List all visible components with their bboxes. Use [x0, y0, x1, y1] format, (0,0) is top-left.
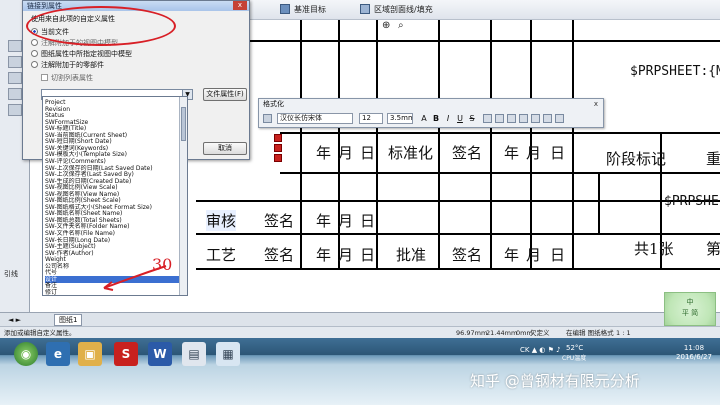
top-toolbar: 基准目标 区域剖面线/填充 ⊕ ⌕	[250, 0, 720, 31]
font-select[interactable]: 汉仪长仿宋体	[277, 113, 353, 124]
cell-day-4: 日	[360, 246, 376, 264]
align-left-icon[interactable]	[483, 114, 492, 123]
cell-sign-review: 签名	[264, 212, 295, 230]
cell-sign: 签名	[452, 144, 483, 162]
cell-month: 月	[338, 144, 354, 162]
alignment-icons[interactable]	[483, 114, 593, 123]
file-properties-button[interactable]: 文件属性(F)	[203, 88, 247, 101]
annotation-number: 30	[152, 255, 173, 274]
clock[interactable]: 11:08 2016/6/27	[674, 344, 714, 362]
cell-review: 审核	[206, 210, 237, 231]
cell-year-5: 年	[504, 246, 520, 264]
config-icon[interactable]	[8, 72, 22, 84]
word-icon[interactable]: W	[148, 342, 172, 366]
color-icon[interactable]	[555, 114, 564, 123]
properties-icon[interactable]	[8, 56, 22, 68]
underline-button[interactable]: U	[455, 113, 465, 124]
cell-year-2: 年	[504, 144, 520, 162]
cell-sheet-count: 共1张	[634, 240, 674, 258]
leader-tab[interactable]: 引线	[4, 268, 18, 280]
font-icon[interactable]	[263, 114, 272, 123]
cutlist-checkbox[interactable]: 切割列表属性	[41, 73, 93, 84]
cell-process: 工艺	[206, 246, 237, 264]
tab-sheet1[interactable]: 图纸1	[54, 314, 83, 326]
cell-sheet-var[interactable]: $PRPSHEE	[664, 194, 720, 209]
radio-icon[interactable]	[31, 39, 38, 46]
justify-icon[interactable]	[519, 114, 528, 123]
datum-target-label[interactable]: 基准目标	[294, 3, 326, 17]
cell-day-3: 日	[360, 212, 376, 230]
cell-year-3: 年	[316, 212, 332, 230]
symbol-icon[interactable]	[543, 114, 552, 123]
ie-icon[interactable]: e	[46, 342, 70, 366]
stack-icon[interactable]	[531, 114, 540, 123]
text-style-a-icon[interactable]: A	[419, 113, 429, 124]
cell-year: 年	[316, 144, 332, 162]
selection-handle-icon[interactable]	[272, 132, 284, 172]
solidworks-icon[interactable]: S	[114, 342, 138, 366]
align-right-icon[interactable]	[507, 114, 516, 123]
size-select[interactable]: 12	[359, 113, 383, 124]
scrollbar-thumb[interactable]	[181, 107, 186, 141]
status-bar: 添加或编辑自定义属性。 96.97mm 21.44mm 0mm 欠定义 在编辑 …	[0, 326, 720, 338]
radio-icon[interactable]	[31, 61, 38, 68]
sheet-tab-bar: ◄ ► 图纸1	[0, 312, 720, 326]
folder-icon[interactable]: ▣	[78, 342, 102, 366]
cell-sign-process: 签名	[264, 246, 295, 264]
cell-standardization: 标准化	[388, 144, 434, 162]
cell-day: 日	[360, 144, 376, 162]
hatch-icon[interactable]	[360, 4, 370, 14]
watermark: 知乎 @曾钢材有限元分析	[470, 372, 640, 390]
tray-icons[interactable]: CK ▲ ◐ ⚑ ♪	[520, 346, 561, 354]
display-icon[interactable]	[8, 88, 22, 100]
format-toolbar-title: 格式化	[263, 100, 284, 108]
italic-button[interactable]: I	[443, 113, 453, 124]
deco-badge: 中 平 简	[664, 292, 716, 326]
red-ellipse-annotation	[26, 6, 176, 46]
zoom-icon[interactable]: ⊕	[382, 20, 392, 31]
cell-month-2: 月	[526, 144, 542, 162]
bold-button[interactable]: B	[431, 113, 441, 124]
cell-month-5: 月	[526, 246, 542, 264]
align-center-icon[interactable]	[495, 114, 504, 123]
cell-day-2: 日	[550, 144, 566, 162]
cell-month-4: 月	[338, 246, 354, 264]
app-icon[interactable]: ▤	[182, 342, 206, 366]
checkbox-icon[interactable]	[41, 74, 48, 81]
search-icon[interactable]: ⌕	[398, 20, 408, 31]
cell-year-4: 年	[316, 246, 332, 264]
strike-button[interactable]: S	[467, 113, 477, 124]
cell-material-var[interactable]: $PRPSHEET:{Mat	[630, 64, 720, 79]
layer-icon[interactable]	[8, 104, 22, 116]
datum-target-icon[interactable]	[280, 4, 290, 14]
hatch-label[interactable]: 区域剖面线/填充	[374, 3, 433, 17]
cell-day-5: 日	[550, 246, 566, 264]
cancel-button[interactable]: 取消	[203, 142, 247, 155]
cell-month-3: 月	[338, 212, 354, 230]
cell-sign-approve: 签名	[452, 246, 483, 264]
option-sheet-view[interactable]: 图纸属性中所指定视图中模型	[31, 49, 132, 60]
radio-icon[interactable]	[31, 50, 38, 57]
cell-approve: 批准	[396, 246, 427, 264]
cell-weight-edge: 重	[706, 150, 720, 168]
close-icon[interactable]: x	[592, 100, 600, 108]
format-toolbar: 格式化 x 汉仪长仿宋体 12 3.5mm A B I U S	[258, 98, 604, 128]
cell-stage-mark: 阶段标记	[606, 150, 667, 168]
height-input[interactable]: 3.5mm	[387, 113, 413, 124]
cpu-label: CPU温度	[562, 355, 587, 362]
tree-icon[interactable]	[8, 40, 22, 52]
scrollbar[interactable]	[179, 97, 187, 295]
option-attached-part[interactable]: 注解附加于的零部件	[31, 60, 104, 71]
tab-nav-icon[interactable]: ◄ ►	[8, 316, 21, 324]
app2-icon[interactable]: ▦	[216, 342, 240, 366]
cell-sheet-index-edge: 第	[706, 240, 720, 258]
close-button[interactable]: x	[233, 1, 247, 10]
temp-label: 52°C	[566, 344, 584, 352]
start-button-icon[interactable]: ◉	[14, 342, 38, 366]
